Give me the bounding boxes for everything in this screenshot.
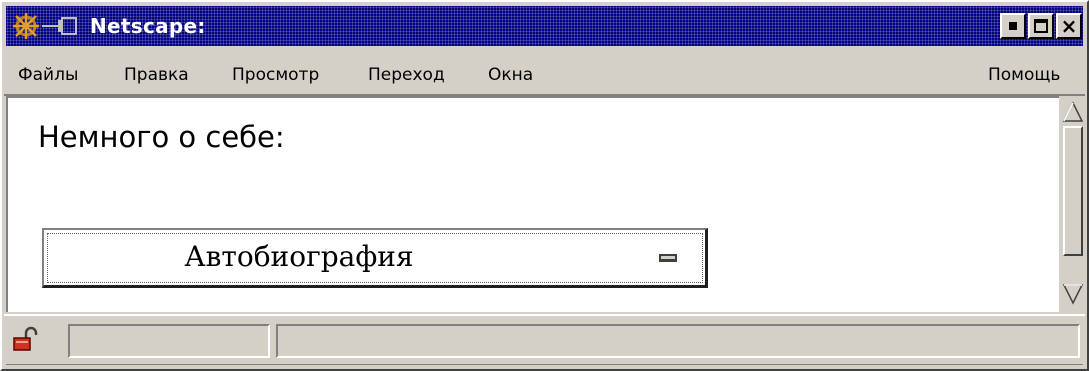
- progress-field: [68, 324, 270, 358]
- menu-help[interactable]: Помощь: [988, 65, 1060, 85]
- scroll-down-arrow-icon[interactable]: [1061, 282, 1085, 306]
- minimize-icon: [1009, 22, 1017, 30]
- menu-bar: Файлы Правка Просмотр Переход Окна Помощ…: [4, 56, 1085, 96]
- option-menu-indicator-icon: [659, 254, 677, 262]
- maximize-icon: [1034, 19, 1048, 33]
- scroll-thumb[interactable]: [1063, 126, 1083, 256]
- menu-edit[interactable]: Правка: [124, 65, 189, 85]
- menu-window[interactable]: Окна: [488, 65, 533, 85]
- vertical-scrollbar[interactable]: [1059, 96, 1087, 312]
- close-icon: ×: [1060, 14, 1078, 38]
- maximize-button[interactable]: [1028, 13, 1054, 39]
- select-value: Автобиография: [184, 240, 414, 273]
- menu-go[interactable]: Переход: [368, 65, 445, 85]
- title-bar[interactable]: Netscape: ×: [6, 6, 1083, 46]
- netscape-wheel-icon[interactable]: [12, 12, 40, 40]
- autobiography-select[interactable]: Автобиография: [42, 228, 708, 288]
- unlocked-padlock-icon[interactable]: [12, 326, 38, 352]
- window-title: Netscape:: [90, 14, 206, 38]
- menu-view[interactable]: Просмотр: [232, 65, 319, 85]
- browser-window: Netscape: × Файлы Правка Просмотр Перехо…: [0, 0, 1089, 371]
- page-heading: Немного о себе:: [38, 120, 285, 154]
- scroll-up-arrow-icon[interactable]: [1061, 100, 1085, 124]
- status-bar: [4, 314, 1085, 366]
- page-content: Немного о себе: Автобиография: [6, 96, 1059, 312]
- window-bottom-edge: [6, 364, 1083, 371]
- status-message-field: [276, 324, 1080, 358]
- menu-file[interactable]: Файлы: [18, 65, 78, 85]
- close-button[interactable]: ×: [1056, 13, 1082, 39]
- pin-icon[interactable]: [42, 14, 82, 38]
- minimize-button[interactable]: [1000, 13, 1026, 39]
